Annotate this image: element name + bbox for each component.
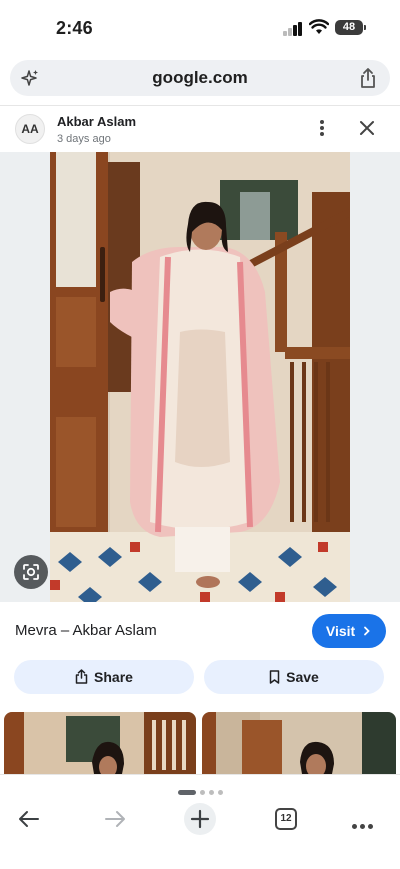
lens-icon <box>23 564 39 580</box>
author-name[interactable]: Akbar Aslam <box>57 114 136 129</box>
status-bar: 2:46 48 <box>0 0 400 56</box>
wifi-icon <box>308 19 330 35</box>
tab-switcher-button[interactable]: 12 <box>275 808 297 830</box>
forward-arrow-icon[interactable] <box>103 809 127 829</box>
signal-icon <box>283 22 303 36</box>
post-time: 3 days ago <box>57 133 111 145</box>
product-title[interactable]: Mevra – Akbar Aslam <box>15 622 157 639</box>
bottom-toolbar: 12 <box>0 774 400 869</box>
share-icon[interactable] <box>358 67 378 89</box>
save-button[interactable]: Save <box>204 660 384 694</box>
chevron-right-icon <box>364 626 370 636</box>
page: 2:46 48 google.com AA Akbar Aslam 3 days… <box>0 0 400 869</box>
share-label: Share <box>94 669 133 685</box>
more-vert-icon[interactable] <box>318 120 326 138</box>
avatar[interactable]: AA <box>15 114 45 144</box>
url-bar[interactable]: google.com <box>10 60 390 96</box>
share-button[interactable]: Share <box>14 660 194 694</box>
new-tab-button[interactable] <box>184 803 216 835</box>
close-icon[interactable] <box>357 118 377 138</box>
back-arrow-icon[interactable] <box>17 809 41 829</box>
url-text[interactable]: google.com <box>10 68 390 88</box>
bookmark-icon <box>269 670 280 684</box>
save-label: Save <box>286 669 319 685</box>
lens-button[interactable] <box>14 555 48 589</box>
post-header: AA Akbar Aslam 3 days ago <box>0 106 400 152</box>
product-info-row: Mevra – Akbar Aslam Visit <box>0 602 400 658</box>
related-image-1[interactable] <box>4 712 196 774</box>
visit-label: Visit <box>325 623 356 639</box>
image-viewer[interactable] <box>0 152 400 602</box>
battery-icon: 48 <box>335 20 366 35</box>
more-horiz-icon[interactable] <box>352 816 376 829</box>
carousel-indicator <box>0 784 400 802</box>
status-time: 2:46 <box>56 18 93 38</box>
product-image[interactable] <box>50 152 350 602</box>
plus-icon <box>190 809 210 829</box>
share-icon <box>75 669 88 684</box>
related-image-2[interactable] <box>202 712 396 774</box>
visit-button[interactable]: Visit <box>312 614 386 648</box>
